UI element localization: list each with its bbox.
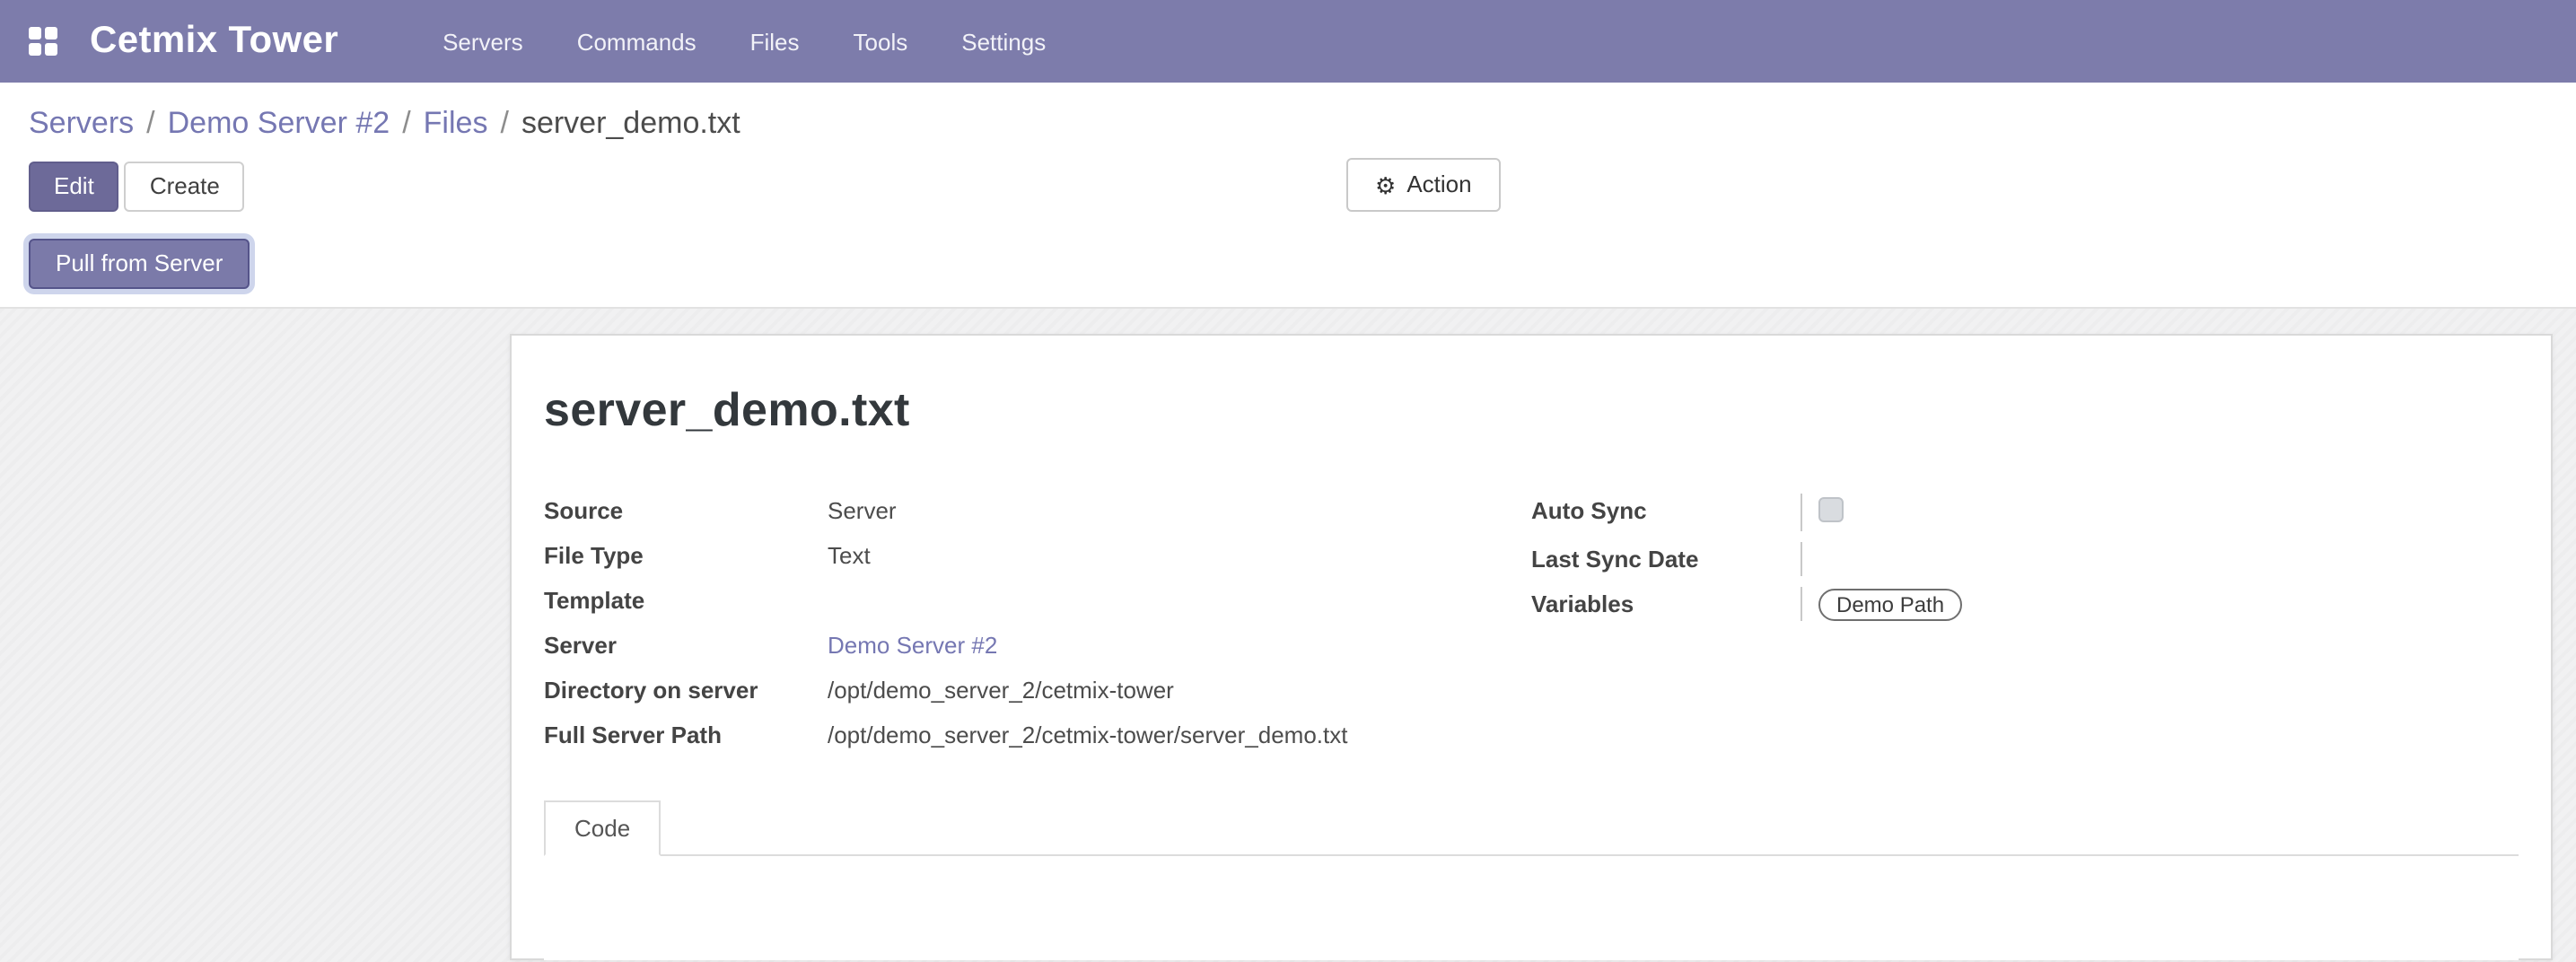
field-row-variables: Variables Demo Path xyxy=(1531,582,2519,626)
breadcrumb-current: server_demo.txt xyxy=(521,106,740,142)
field-label-server: Server xyxy=(544,628,828,662)
field-value-full-path: /opt/demo_server_2/cetmix-tower/server_d… xyxy=(828,718,1531,752)
field-value-source: Server xyxy=(828,494,1531,528)
field-row-auto-sync: Auto Sync xyxy=(1531,488,2519,537)
field-groups: Source Server File Type Text Template Se… xyxy=(544,488,2519,757)
apps-grid-icon[interactable] xyxy=(29,27,57,56)
field-value-auto-sync xyxy=(1801,494,2519,531)
breadcrumb-link-files[interactable]: Files xyxy=(424,106,488,142)
field-row-directory: Directory on server /opt/demo_server_2/c… xyxy=(544,668,1531,713)
action-button-label: Action xyxy=(1406,171,1471,199)
content-area: server_demo.txt Source Server File Type … xyxy=(0,309,2576,962)
action-button[interactable]: ⚙ Action xyxy=(1346,158,1501,212)
field-row-file-type: File Type Text xyxy=(544,533,1531,578)
menu-files[interactable]: Files xyxy=(747,17,803,66)
field-label-directory: Directory on server xyxy=(544,673,828,707)
field-value-directory: /opt/demo_server_2/cetmix-tower xyxy=(828,673,1531,707)
tab-code-body xyxy=(544,856,2519,960)
top-navbar: Cetmix Tower Servers Commands Files Tool… xyxy=(0,0,2576,83)
main-menu: Servers Commands Files Tools Settings xyxy=(439,17,1049,66)
field-value-variables: Demo Path xyxy=(1801,587,2519,621)
group-right: Auto Sync Last Sync Date Variables Demo … xyxy=(1531,488,2519,757)
breadcrumb-separator: / xyxy=(500,106,508,142)
apps-grid-dot xyxy=(29,43,41,56)
field-label-template: Template xyxy=(544,583,828,617)
field-label-source: Source xyxy=(544,494,828,528)
record-title: server_demo.txt xyxy=(544,382,2519,438)
field-row-last-sync: Last Sync Date xyxy=(1531,537,2519,582)
control-panel: Servers / Demo Server #2 / Files / serve… xyxy=(0,83,2576,309)
field-label-full-path: Full Server Path xyxy=(544,718,828,752)
menu-servers[interactable]: Servers xyxy=(439,17,527,66)
menu-settings[interactable]: Settings xyxy=(958,17,1049,66)
app-brand[interactable]: Cetmix Tower xyxy=(90,20,338,63)
form-sheet: server_demo.txt Source Server File Type … xyxy=(510,334,2553,960)
apps-grid-dot xyxy=(29,27,41,39)
breadcrumb-link-servers[interactable]: Servers xyxy=(29,106,134,142)
field-label-last-sync: Last Sync Date xyxy=(1531,542,1801,576)
breadcrumb: Servers / Demo Server #2 / Files / serve… xyxy=(0,83,2576,156)
edit-button[interactable]: Edit xyxy=(29,162,119,212)
gear-icon: ⚙ xyxy=(1375,173,1396,197)
field-row-source: Source Server xyxy=(544,488,1531,533)
menu-tools[interactable]: Tools xyxy=(850,17,912,66)
group-left: Source Server File Type Text Template Se… xyxy=(544,488,1531,757)
breadcrumb-separator: / xyxy=(146,106,154,142)
apps-grid-dot xyxy=(45,27,57,39)
tab-code[interactable]: Code xyxy=(544,800,661,856)
field-label-variables: Variables xyxy=(1531,587,1801,621)
field-value-last-sync xyxy=(1801,542,2519,576)
pull-row: Pull from Server xyxy=(0,214,2576,289)
breadcrumb-separator: / xyxy=(402,106,410,142)
screen: Cetmix Tower Servers Commands Files Tool… xyxy=(0,0,2576,962)
notebook-tabs: Code xyxy=(544,800,2519,856)
field-row-full-path: Full Server Path /opt/demo_server_2/cetm… xyxy=(544,713,1531,757)
breadcrumb-link-demo-server[interactable]: Demo Server #2 xyxy=(168,106,390,142)
apps-grid-dot xyxy=(45,43,57,56)
field-label-file-type: File Type xyxy=(544,538,828,573)
button-row: Edit Create ⚙ Action xyxy=(0,156,2576,214)
create-button[interactable]: Create xyxy=(125,162,245,212)
field-value-server-link[interactable]: Demo Server #2 xyxy=(828,628,1531,662)
menu-commands[interactable]: Commands xyxy=(574,17,700,66)
variable-tag: Demo Path xyxy=(1818,589,1962,621)
auto-sync-checkbox[interactable] xyxy=(1818,497,1844,522)
field-row-server: Server Demo Server #2 xyxy=(544,623,1531,668)
field-row-template: Template xyxy=(544,578,1531,623)
field-value-template xyxy=(828,583,1531,617)
field-value-file-type: Text xyxy=(828,538,1531,573)
pull-from-server-button[interactable]: Pull from Server xyxy=(29,239,250,289)
field-label-auto-sync: Auto Sync xyxy=(1531,494,1801,531)
